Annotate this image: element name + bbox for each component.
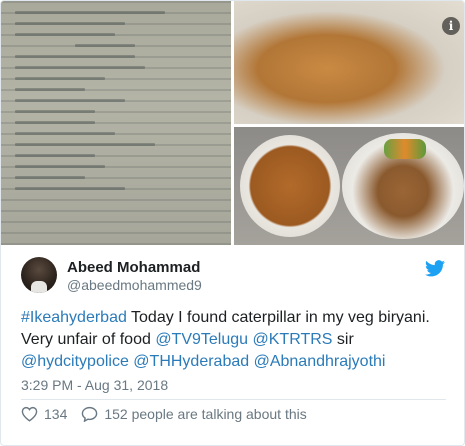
mention-link[interactable]: @TV9Telugu <box>155 331 248 348</box>
mention-link[interactable]: @hydcitypolice <box>21 353 129 370</box>
tweet-text-part: sir <box>332 331 354 348</box>
divider <box>21 399 446 400</box>
tweet-media-grid[interactable]: i <box>1 1 464 245</box>
biryani-plates-photo[interactable] <box>234 127 464 245</box>
info-icon[interactable]: i <box>442 17 460 35</box>
author-handle[interactable]: @abeedmohammed9 <box>67 277 202 293</box>
avatar[interactable] <box>21 257 57 293</box>
tweet-timestamp[interactable]: 3:29 PM - Aug 31, 2018 <box>21 377 168 393</box>
like-count[interactable]: 134 <box>44 406 67 422</box>
mention-link[interactable]: @Abnandhrajyothi <box>254 353 386 370</box>
hashtag-link[interactable]: #Ikeahyderbad <box>21 309 127 326</box>
embedded-tweet-card: i Abeed Mohammad @abeedmohammed9 #Ikeahy… <box>0 0 465 446</box>
biryani-plate <box>240 135 340 237</box>
mention-link[interactable]: @KTRTRS <box>253 331 333 348</box>
speech-bubble-icon[interactable] <box>81 406 98 422</box>
mention-link[interactable]: @THHyderabad <box>133 353 249 370</box>
receipt-text-lines <box>15 11 215 237</box>
vegetables <box>384 139 426 159</box>
receipt-photo[interactable] <box>1 1 231 245</box>
tweet-text: #Ikeahyderbad Today I found caterpillar … <box>21 307 451 373</box>
heart-icon[interactable] <box>21 406 38 422</box>
twitter-bird-icon[interactable] <box>425 260 445 277</box>
biryani-closeup-photo[interactable] <box>234 1 464 124</box>
tweet-actions: 134 152 people are talking about this <box>21 404 307 424</box>
reply-summary[interactable]: 152 people are talking about this <box>104 406 306 422</box>
author-name[interactable]: Abeed Mohammad <box>67 259 200 276</box>
